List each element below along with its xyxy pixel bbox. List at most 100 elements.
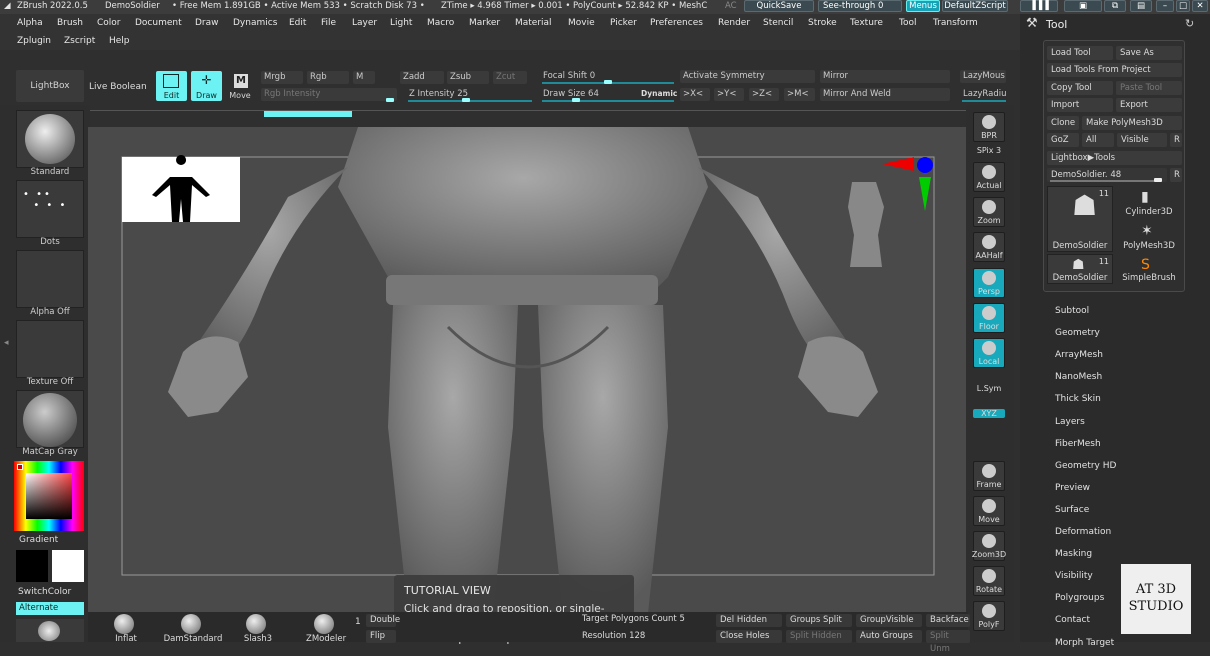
r-button-2[interactable]: R xyxy=(1170,168,1182,182)
section-morph-target[interactable]: Morph Target xyxy=(1055,638,1114,648)
refresh-icon[interactable]: ↻ xyxy=(1185,17,1194,30)
all-button[interactable]: All xyxy=(1082,133,1114,147)
menu-tool[interactable]: Tool xyxy=(899,18,916,28)
tool-thumb-0[interactable]: ☗ DemoSoldier 11 xyxy=(1047,186,1113,252)
tool-thumb-4[interactable]: S SimpleBrush xyxy=(1116,254,1182,284)
auto-groups-button[interactable]: Auto Groups xyxy=(856,630,922,643)
z-intensity-knob[interactable] xyxy=(462,98,470,102)
visible-button[interactable]: Visible xyxy=(1117,133,1167,147)
section-geometry-hd[interactable]: Geometry HD xyxy=(1055,461,1116,471)
move-button[interactable]: M Move xyxy=(226,71,254,101)
paste-tool-button[interactable]: Paste Tool xyxy=(1116,81,1182,95)
goz-button[interactable]: GoZ xyxy=(1047,133,1079,147)
floor-button[interactable]: Floor xyxy=(973,303,1005,333)
mirror-button[interactable]: Mirror xyxy=(820,70,950,83)
zsub-button[interactable]: Zsub xyxy=(447,71,489,84)
color-square[interactable] xyxy=(26,473,72,519)
texture-button[interactable] xyxy=(16,320,84,378)
close-icon[interactable]: ✕ xyxy=(1192,0,1208,12)
main-color-swatch[interactable] xyxy=(16,550,48,582)
mrgb-button[interactable]: Mrgb xyxy=(261,71,303,84)
bpr-button[interactable]: BPR xyxy=(973,112,1005,142)
live-boolean-button[interactable]: Live Boolean xyxy=(89,82,147,92)
gradient-button[interactable]: Gradient xyxy=(19,535,58,545)
brush-thumbnail[interactable] xyxy=(16,619,84,642)
tool-slider-track[interactable] xyxy=(1050,180,1160,182)
zcut-button[interactable]: Zcut xyxy=(493,71,527,84)
brush-inflat-button[interactable]: Inflat xyxy=(106,612,146,644)
edit-button[interactable]: Edit xyxy=(156,71,187,101)
make-polymesh-button[interactable]: Make PolyMesh3D xyxy=(1082,116,1182,130)
local-button[interactable]: Local xyxy=(973,338,1005,368)
load-tools-from-project-button[interactable]: Load Tools From Project xyxy=(1047,63,1182,77)
actual-button[interactable]: Actual xyxy=(973,162,1005,192)
menu-document[interactable]: Document xyxy=(135,18,182,28)
close-holes-button[interactable]: Close Holes xyxy=(716,630,782,643)
draw-size-knob[interactable] xyxy=(572,98,580,102)
groups-split-button[interactable]: Groups Split xyxy=(786,614,852,627)
menu-zscript[interactable]: Zscript xyxy=(64,36,95,46)
draw-size-track[interactable] xyxy=(542,100,674,102)
spix-slider[interactable]: SPix 3 xyxy=(966,146,1012,155)
menu-render[interactable]: Render xyxy=(718,18,750,28)
zoom3d-button[interactable]: Zoom3D xyxy=(972,531,1006,561)
section-contact[interactable]: Contact xyxy=(1055,615,1090,625)
section-polygroups[interactable]: Polygroups xyxy=(1055,593,1104,603)
section-surface[interactable]: Surface xyxy=(1055,505,1089,515)
export-button[interactable]: Export xyxy=(1116,98,1182,112)
save-as-button[interactable]: Save As xyxy=(1116,46,1182,60)
split-hidden-button[interactable]: Split Hidden xyxy=(786,630,852,643)
section-thick-skin[interactable]: Thick Skin xyxy=(1055,394,1101,404)
alternate-button[interactable]: Alternate xyxy=(16,602,84,615)
section-visibility[interactable]: Visibility xyxy=(1055,571,1093,581)
m-button[interactable]: M xyxy=(353,71,375,84)
brush-damstandard-button[interactable]: DamStandard xyxy=(158,612,228,644)
r-button[interactable]: R xyxy=(1170,133,1182,147)
lightbox-button[interactable]: LightBox xyxy=(16,70,84,102)
zoom-button[interactable]: Zoom xyxy=(973,197,1005,227)
maximize-icon[interactable]: □ xyxy=(1176,0,1190,12)
activate-symmetry-button[interactable]: Activate Symmetry xyxy=(680,70,815,83)
resolution-slider[interactable]: Resolution 128 xyxy=(578,630,708,643)
menu-draw[interactable]: Draw xyxy=(195,18,219,28)
section-fibermesh[interactable]: FiberMesh xyxy=(1055,439,1101,449)
restore-icon[interactable]: ⧉ xyxy=(1104,0,1126,12)
group-visible-button[interactable]: GroupVisible xyxy=(856,614,922,627)
menu-alpha[interactable]: Alpha xyxy=(17,18,43,28)
rgb-button[interactable]: Rgb xyxy=(307,71,349,84)
lazyradius-track[interactable] xyxy=(962,100,1006,102)
menu-help[interactable]: Help xyxy=(109,36,130,46)
menu-layer[interactable]: Layer xyxy=(352,18,377,28)
menu-macro[interactable]: Macro xyxy=(427,18,454,28)
symmetry-x-button[interactable]: >X< xyxy=(680,88,710,101)
xyz-button[interactable]: XYZ xyxy=(973,409,1005,418)
menu-texture[interactable]: Texture xyxy=(850,18,883,28)
secondary-color-swatch[interactable] xyxy=(52,550,84,582)
layout-icon[interactable]: ▐▐▐ xyxy=(1020,0,1058,12)
switch-color-button[interactable]: SwitchColor xyxy=(18,587,71,597)
menu-brush[interactable]: Brush xyxy=(57,18,83,28)
color-picker[interactable] xyxy=(14,461,84,531)
del-hidden-button[interactable]: Del Hidden xyxy=(716,614,782,627)
rgb-intensity-knob[interactable] xyxy=(386,98,394,102)
menu-color[interactable]: Color xyxy=(97,18,121,28)
menu-material[interactable]: Material xyxy=(515,18,552,28)
material-button[interactable] xyxy=(16,390,84,448)
menu-dynamics[interactable]: Dynamics xyxy=(233,18,277,28)
symmetry-z-button[interactable]: >Z< xyxy=(749,88,779,101)
brush-zmodeler-button[interactable]: ZModeler xyxy=(306,612,346,644)
section-masking[interactable]: Masking xyxy=(1055,549,1092,559)
lock-icon[interactable]: ▤ xyxy=(1130,0,1152,12)
menu-stencil[interactable]: Stencil xyxy=(763,18,793,28)
rgb-intensity-slider[interactable]: Rgb Intensity xyxy=(261,88,397,101)
symmetry-y-button[interactable]: >Y< xyxy=(714,88,744,101)
menu-marker[interactable]: Marker xyxy=(469,18,500,28)
dots-stroke-button[interactable]: • •• • • • xyxy=(16,180,84,238)
tool-thumb-2[interactable]: ✶ PolyMesh3D xyxy=(1116,220,1182,252)
load-tool-button[interactable]: Load Tool xyxy=(1047,46,1113,60)
lazymouse-button[interactable]: LazyMous xyxy=(960,70,1006,83)
section-geometry[interactable]: Geometry xyxy=(1055,328,1100,338)
menu-edit[interactable]: Edit xyxy=(289,18,306,28)
section-subtool[interactable]: Subtool xyxy=(1055,306,1089,316)
collapse-left-icon[interactable]: ◂ xyxy=(4,338,9,348)
